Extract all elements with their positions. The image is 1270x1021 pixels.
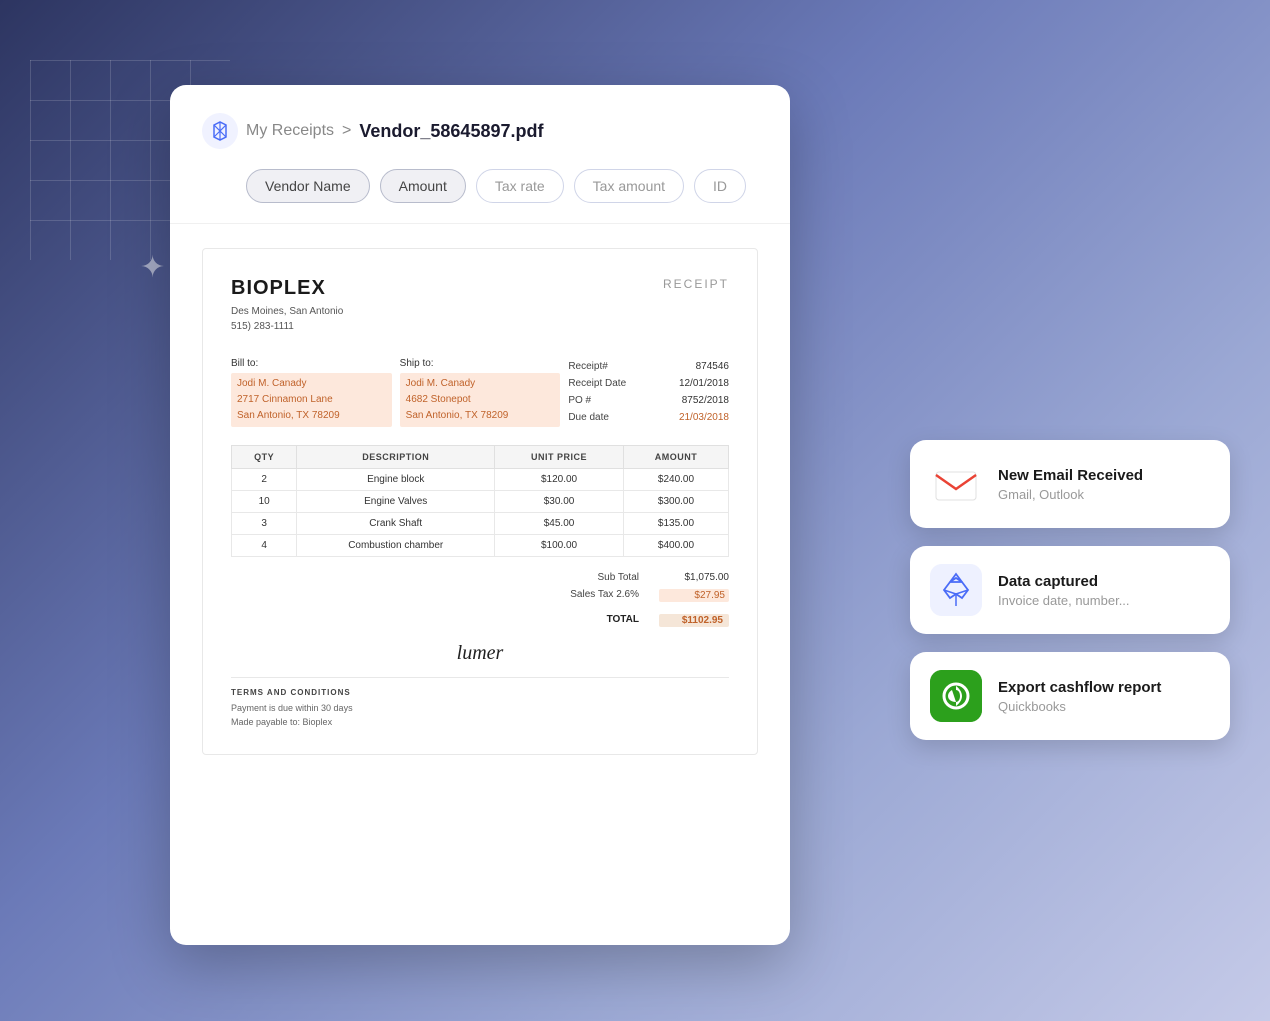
tab-tax-amount[interactable]: Tax amount bbox=[574, 169, 684, 203]
billing-section: Bill to: Jodi M. Canady 2717 Cinnamon La… bbox=[231, 358, 729, 427]
receipt-document: BIOPLEX Des Moines, San Antonio 515) 283… bbox=[202, 248, 758, 755]
card-header: My Receipts > Vendor_58645897.pdf Vendor… bbox=[170, 85, 790, 224]
logo-icon bbox=[202, 113, 238, 149]
table-row: 2 Engine block $120.00 $240.00 bbox=[232, 469, 729, 491]
notification-card-aptitude[interactable]: Data captured Invoice date, number... bbox=[910, 546, 1230, 634]
total-label: TOTAL bbox=[559, 614, 639, 627]
breadcrumb-separator: > bbox=[342, 122, 351, 140]
col-unit: UNIT PRICE bbox=[495, 446, 624, 469]
notif-icon-gmail bbox=[930, 458, 982, 510]
receipt-label: RECEIPT bbox=[663, 277, 729, 291]
breadcrumb-filename: Vendor_58645897.pdf bbox=[359, 121, 543, 142]
breadcrumb: My Receipts > Vendor_58645897.pdf bbox=[202, 113, 758, 149]
company-address: Des Moines, San Antonio 515) 283-1111 bbox=[231, 304, 343, 334]
col-qty: QTY bbox=[232, 446, 297, 469]
tab-vendor-name[interactable]: Vendor Name bbox=[246, 169, 370, 203]
items-table: QTY DESCRIPTION UNIT PRICE AMOUNT 2 Engi… bbox=[231, 445, 729, 557]
table-row: 3 Crank Shaft $45.00 $135.00 bbox=[232, 513, 729, 535]
terms-section: TERMS AND CONDITIONS Payment is due with… bbox=[231, 677, 729, 730]
notification-cards: New Email Received Gmail, Outlook Data c… bbox=[910, 440, 1230, 740]
receipt-meta: Receipt# 874546 Receipt Date 12/01/2018 … bbox=[568, 358, 729, 427]
company-info: BIOPLEX Des Moines, San Antonio 515) 283… bbox=[231, 277, 343, 334]
notif-title-aptitude: Data captured bbox=[998, 573, 1210, 590]
filter-tabs: Vendor Name Amount Tax rate Tax amount I… bbox=[202, 169, 758, 203]
table-row: 10 Engine Valves $30.00 $300.00 bbox=[232, 491, 729, 513]
notif-icon-aptitude bbox=[930, 564, 982, 616]
ship-to-section: Ship to: Jodi M. Canady 4682 Stonepot Sa… bbox=[400, 358, 561, 427]
my-receipts-label[interactable]: My Receipts bbox=[246, 122, 334, 140]
notification-card-gmail[interactable]: New Email Received Gmail, Outlook bbox=[910, 440, 1230, 528]
terms-title: TERMS AND CONDITIONS bbox=[231, 688, 729, 697]
tax-value: $27.95 bbox=[659, 589, 729, 602]
notif-title-quickbooks: Export cashflow report bbox=[998, 679, 1210, 696]
notification-card-quickbooks[interactable]: Export cashflow report Quickbooks bbox=[910, 652, 1230, 740]
notif-icon-quickbooks bbox=[930, 670, 982, 722]
total-row: TOTAL $1102.95 bbox=[231, 611, 729, 630]
main-card: My Receipts > Vendor_58645897.pdf Vendor… bbox=[170, 85, 790, 945]
notif-content-gmail: New Email Received Gmail, Outlook bbox=[998, 467, 1210, 502]
totals-section: Sub Total $1,075.00 Sales Tax 2.6% $27.9… bbox=[231, 569, 729, 630]
gmail-icon bbox=[930, 458, 982, 510]
total-value: $1102.95 bbox=[659, 614, 729, 627]
subtotal-row: Sub Total $1,075.00 bbox=[231, 569, 729, 586]
notif-content-aptitude: Data captured Invoice date, number... bbox=[998, 573, 1210, 608]
subtotal-value: $1,075.00 bbox=[659, 572, 729, 583]
aptitude-icon bbox=[930, 564, 982, 616]
tab-tax-rate[interactable]: Tax rate bbox=[476, 169, 564, 203]
notif-content-quickbooks: Export cashflow report Quickbooks bbox=[998, 679, 1210, 714]
tab-amount[interactable]: Amount bbox=[380, 169, 466, 203]
receipt-header: BIOPLEX Des Moines, San Antonio 515) 283… bbox=[231, 277, 729, 334]
signature: lumer bbox=[231, 642, 729, 665]
notif-subtitle-quickbooks: Quickbooks bbox=[998, 699, 1210, 714]
col-amount: AMOUNT bbox=[623, 446, 728, 469]
notif-subtitle-aptitude: Invoice date, number... bbox=[998, 593, 1210, 608]
quickbooks-icon bbox=[930, 670, 982, 722]
table-row: 4 Combustion chamber $100.00 $400.00 bbox=[232, 535, 729, 557]
notif-subtitle-gmail: Gmail, Outlook bbox=[998, 487, 1210, 502]
notif-title-gmail: New Email Received bbox=[998, 467, 1210, 484]
tax-label: Sales Tax 2.6% bbox=[559, 589, 639, 602]
tab-id[interactable]: ID bbox=[694, 169, 746, 203]
ship-address: Jodi M. Canady 4682 Stonepot San Antonio… bbox=[400, 373, 561, 427]
tax-row: Sales Tax 2.6% $27.95 bbox=[231, 586, 729, 605]
col-desc: DESCRIPTION bbox=[297, 446, 495, 469]
terms-line1: Payment is due within 30 days bbox=[231, 701, 729, 715]
star-decoration: ✦ bbox=[140, 250, 165, 285]
ship-to-label: Ship to: bbox=[400, 358, 561, 369]
bill-to-section: Bill to: Jodi M. Canady 2717 Cinnamon La… bbox=[231, 358, 392, 427]
bill-name: Jodi M. Canady 2717 Cinnamon Lane San An… bbox=[231, 373, 392, 427]
company-name: BIOPLEX bbox=[231, 277, 343, 300]
bill-to-label: Bill to: bbox=[231, 358, 392, 369]
terms-line2: Made payable to: Bioplex bbox=[231, 715, 729, 729]
subtotal-label: Sub Total bbox=[559, 572, 639, 583]
